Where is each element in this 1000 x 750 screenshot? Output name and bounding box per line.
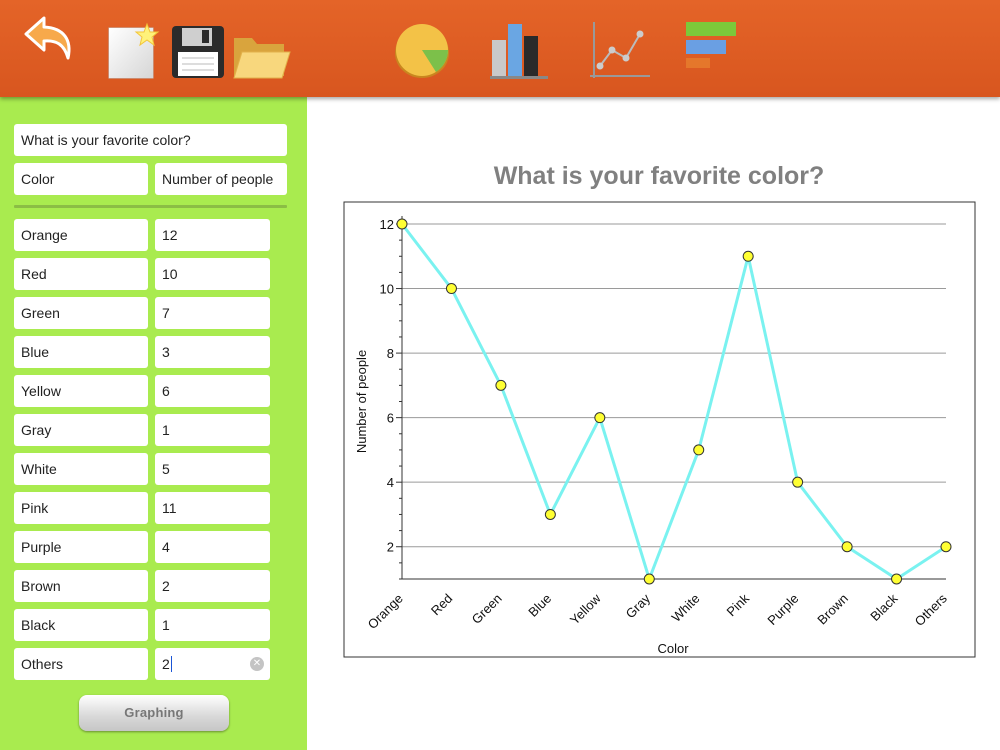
horizontal-bar-chart-icon[interactable] — [684, 20, 740, 72]
chart-title-input[interactable]: What is your favorite color? — [14, 124, 287, 156]
data-point-marker — [693, 444, 705, 456]
data-point-marker — [495, 379, 507, 391]
y-tick-label: 10 — [380, 282, 394, 297]
data-point-marker — [544, 508, 556, 520]
new-document-icon[interactable] — [106, 22, 160, 80]
graphing-button[interactable]: Graphing — [79, 695, 229, 731]
row-value-input[interactable]: 1 — [155, 609, 270, 641]
row-label-text: Yellow — [21, 383, 61, 399]
data-point-marker — [643, 573, 655, 585]
undo-arrow-icon[interactable] — [22, 12, 78, 66]
row-value-input[interactable]: 6 — [155, 375, 270, 407]
row-value-input[interactable]: 2 — [155, 570, 270, 602]
row-label-input[interactable]: Black — [14, 609, 148, 641]
data-point-marker — [792, 476, 804, 488]
row-value-input[interactable]: 3 — [155, 336, 270, 368]
y-tick-label: 2 — [387, 540, 394, 555]
row-label-input[interactable]: Yellow — [14, 375, 148, 407]
row-value-input[interactable]: 1 — [155, 414, 270, 446]
row-value-input-active[interactable]: 2 ✕ — [155, 648, 270, 680]
row-label-text: Blue — [21, 344, 50, 360]
row-value-text: 1 — [162, 422, 170, 438]
row-value-text: 7 — [162, 305, 170, 321]
row-value-input[interactable]: 7 — [155, 297, 270, 329]
row-value-input[interactable]: 11 — [155, 492, 270, 524]
header-divider — [14, 205, 287, 208]
row-label-input[interactable]: Green — [14, 297, 148, 329]
open-folder-icon[interactable] — [232, 30, 292, 80]
row-value-input[interactable]: 12 — [155, 219, 270, 251]
row-label-text: White — [21, 461, 57, 477]
data-point-marker — [841, 541, 853, 553]
bar-chart-icon[interactable] — [490, 20, 550, 80]
row-value-input[interactable]: 4 — [155, 531, 270, 563]
row-label-text: Black — [21, 617, 56, 633]
row-value-text: 5 — [162, 461, 170, 477]
row-label-text: Pink — [21, 500, 49, 516]
pie-chart-icon[interactable] — [392, 22, 452, 80]
row-value-text: 12 — [162, 227, 178, 243]
row-label-input[interactable]: Blue — [14, 336, 148, 368]
data-point-marker — [742, 250, 754, 262]
row-label-text: Brown — [21, 578, 61, 594]
row-value-text: 1 — [162, 617, 170, 633]
row-label-input[interactable]: Others — [14, 648, 148, 680]
y-tick-label: 4 — [387, 475, 394, 490]
chart-title: What is your favorite color? — [493, 162, 825, 190]
data-point-marker — [594, 412, 606, 424]
y-tick-label: 6 — [387, 411, 394, 426]
value-column-header-text: Number of people — [162, 171, 274, 187]
row-label-input[interactable]: White — [14, 453, 148, 485]
label-column-header-input[interactable]: Color — [14, 163, 148, 195]
row-label-text: Purple — [21, 539, 62, 555]
row-value-text: 2 — [162, 656, 170, 672]
label-column-header-text: Color — [21, 171, 55, 187]
row-value-input[interactable]: 5 — [155, 453, 270, 485]
row-label-input[interactable]: Orange — [14, 219, 148, 251]
row-label-input[interactable]: Gray — [14, 414, 148, 446]
y-axis-title: Number of people — [354, 350, 369, 453]
row-label-text: Orange — [21, 227, 68, 243]
value-column-header-input[interactable]: Number of people — [155, 163, 287, 195]
row-label-text: Green — [21, 305, 60, 321]
save-floppy-icon[interactable] — [170, 24, 226, 80]
clear-text-icon[interactable]: ✕ — [250, 657, 264, 671]
x-axis-title: Color — [657, 641, 689, 656]
chart-title-input-text: What is your favorite color? — [21, 132, 191, 148]
data-point-marker — [940, 541, 952, 553]
y-tick-label: 8 — [387, 346, 394, 361]
row-label-text: Others — [21, 656, 64, 672]
data-point-marker — [891, 573, 903, 585]
row-label-input[interactable]: Purple — [14, 531, 148, 563]
row-value-text: 4 — [162, 539, 170, 555]
row-label-input[interactable]: Pink — [14, 492, 148, 524]
row-value-text: 2 — [162, 578, 170, 594]
row-value-text: 3 — [162, 344, 170, 360]
line-chart: 24681012Orange Red Green Blue Yellow Gray Whit… — [343, 201, 976, 658]
row-value-text: 11 — [162, 500, 177, 516]
data-point-marker — [396, 218, 408, 230]
row-label-text: Red — [21, 266, 47, 282]
text-cursor — [170, 656, 172, 672]
row-label-input[interactable]: Red — [14, 258, 148, 290]
row-value-text: 10 — [162, 266, 178, 282]
line-chart-icon[interactable] — [588, 20, 652, 82]
row-value-text: 6 — [162, 383, 170, 399]
y-tick-label: 12 — [380, 217, 394, 232]
row-label-text: Gray — [21, 422, 52, 438]
toolbar — [0, 0, 1000, 97]
row-value-input[interactable]: 10 — [155, 258, 270, 290]
row-label-input[interactable]: Brown — [14, 570, 148, 602]
data-point-marker — [445, 283, 457, 295]
